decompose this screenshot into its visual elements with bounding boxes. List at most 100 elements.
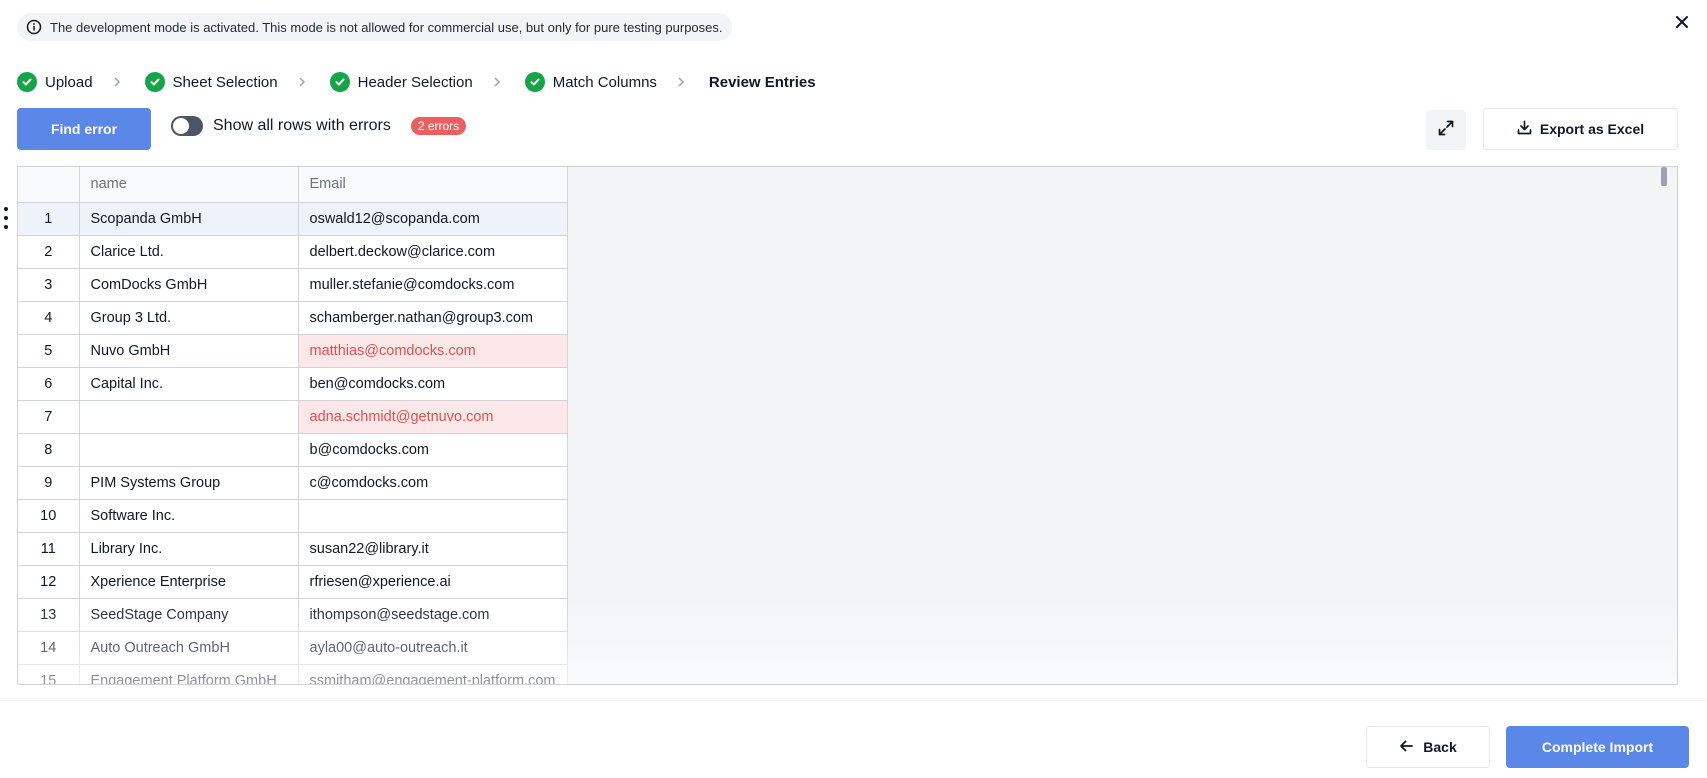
cell-email[interactable]: c@comdocks.com <box>298 466 568 500</box>
table-row[interactable]: 6 Capital Inc. ben@comdocks.com <box>18 367 568 401</box>
cell-email[interactable]: b@comdocks.com <box>298 433 568 467</box>
entries-table: name Email 1 Scopanda GmbH oswald12@scop… <box>18 167 568 684</box>
cell-email[interactable]: ben@comdocks.com <box>298 367 568 401</box>
row-number: 3 <box>18 268 80 302</box>
cell-name[interactable]: Software Inc. <box>79 499 299 533</box>
review-toolbar: Find error Show all rows with errors 2 e… <box>17 108 1678 150</box>
error-count-badge: 2 errors <box>410 117 467 135</box>
row-number: 13 <box>18 598 80 632</box>
cell-email[interactable]: rfriesen@xperience.ai <box>298 565 568 599</box>
table-row[interactable]: 2 Clarice Ltd. delbert.deckow@clarice.co… <box>18 235 568 269</box>
cell-email[interactable]: oswald12@scopanda.com <box>298 202 568 236</box>
table-row[interactable]: 15 Engagement Platform GmbH ssmitham@eng… <box>18 664 568 684</box>
cell-email[interactable]: ithompson@seedstage.com <box>298 598 568 632</box>
check-circle-icon <box>524 72 545 92</box>
table-row[interactable]: 14 Auto Outreach GmbH ayla00@auto-outrea… <box>18 631 568 665</box>
cell-name[interactable]: Library Inc. <box>79 532 299 566</box>
row-number: 8 <box>18 433 80 467</box>
table-row[interactable]: 11 Library Inc. susan22@library.it <box>18 532 568 566</box>
step-review-entries: Review Entries <box>709 74 816 91</box>
table-header-row: name Email <box>18 167 568 203</box>
cell-name[interactable]: Nuvo GmbH <box>79 334 299 368</box>
row-number: 7 <box>18 400 80 434</box>
table-row[interactable]: 13 SeedStage Company ithompson@seedstage… <box>18 598 568 632</box>
cell-email[interactable]: ssmitham@engagement-platform.com <box>298 664 568 684</box>
table-row[interactable]: 5 Nuvo GmbH matthias@comdocks.com <box>18 334 568 368</box>
row-number: 4 <box>18 301 80 335</box>
check-circle-icon <box>144 72 165 92</box>
cell-email-error[interactable]: adna.schmidt@getnuvo.com <box>298 400 568 434</box>
close-icon[interactable] <box>1670 10 1694 34</box>
cell-name[interactable]: Capital Inc. <box>79 367 299 401</box>
cell-name[interactable] <box>79 433 299 467</box>
cell-name[interactable]: ComDocks GmbH <box>79 268 299 302</box>
banner-text: The development mode is activated. This … <box>50 19 723 35</box>
cell-name[interactable]: SeedStage Company <box>79 598 299 632</box>
step-sheet-selection: Sheet Selection <box>144 72 278 92</box>
info-icon <box>26 19 42 35</box>
vertical-scrollbar[interactable] <box>1661 167 1667 186</box>
table-row[interactable]: 8 b@comdocks.com <box>18 433 568 467</box>
cell-name[interactable]: PIM Systems Group <box>79 466 299 500</box>
step-label: Match Columns <box>552 73 657 91</box>
cell-email[interactable]: schamberger.nathan@group3.com <box>298 301 568 335</box>
step-label: Header Selection <box>357 73 473 91</box>
cell-email-error[interactable]: matthias@comdocks.com <box>298 334 568 368</box>
cell-name[interactable]: Xperience Enterprise <box>79 565 299 599</box>
cell-email[interactable]: ayla00@auto-outreach.it <box>298 631 568 665</box>
column-header-email[interactable]: Email <box>298 167 568 203</box>
table-row[interactable]: 9 PIM Systems Group c@comdocks.com <box>18 466 568 500</box>
row-drag-handle[interactable] <box>3 207 9 229</box>
step-label: Review Entries <box>708 73 816 91</box>
cell-name[interactable]: Auto Outreach GmbH <box>79 631 299 665</box>
complete-import-button[interactable]: Complete Import <box>1506 726 1689 768</box>
step-label: Upload <box>45 73 93 91</box>
chevron-right-icon <box>298 76 306 88</box>
export-label: Export as Excel <box>1539 121 1645 137</box>
toggle-label: Show all rows with errors <box>213 117 391 134</box>
table-row[interactable]: 7 adna.schmidt@getnuvo.com <box>18 400 568 434</box>
row-number: 9 <box>18 466 80 500</box>
table-row[interactable]: 1 Scopanda GmbH oswald12@scopanda.com <box>18 202 568 236</box>
row-number: 6 <box>18 367 80 401</box>
row-number: 14 <box>18 631 80 665</box>
step-upload: Upload <box>17 72 93 92</box>
chevron-right-icon <box>677 76 685 88</box>
table-row[interactable]: 3 ComDocks GmbH muller.stefanie@comdocks… <box>18 268 568 302</box>
find-error-button[interactable]: Find error <box>17 108 151 150</box>
cell-name[interactable]: Engagement Platform GmbH <box>79 664 299 684</box>
row-number: 12 <box>18 565 80 599</box>
row-number: 10 <box>18 499 80 533</box>
cell-email[interactable]: delbert.deckow@clarice.com <box>298 235 568 269</box>
chevron-right-icon <box>493 76 501 88</box>
check-circle-icon <box>17 72 37 92</box>
cell-email[interactable]: susan22@library.it <box>298 532 568 566</box>
download-icon <box>1517 120 1532 138</box>
cell-name[interactable]: Clarice Ltd. <box>79 235 299 269</box>
show-error-rows-toggle-group: Show all rows with errors 2 errors <box>171 116 467 136</box>
check-circle-icon <box>329 72 350 92</box>
import-stepper: Upload Sheet Selection Header Selection … <box>17 68 816 96</box>
step-match-columns: Match Columns <box>524 72 657 92</box>
table-row[interactable]: 10 Software Inc. <box>18 499 568 533</box>
back-button[interactable]: Back <box>1366 726 1490 768</box>
cell-email[interactable]: muller.stefanie@comdocks.com <box>298 268 568 302</box>
column-header-name[interactable]: name <box>79 167 299 203</box>
show-error-rows-toggle[interactable] <box>171 116 203 136</box>
export-excel-button[interactable]: Export as Excel <box>1483 108 1678 150</box>
chevron-right-icon <box>113 76 121 88</box>
back-label: Back <box>1423 739 1457 755</box>
row-number: 2 <box>18 235 80 269</box>
arrow-left-icon <box>1399 739 1414 755</box>
dev-mode-banner: The development mode is activated. This … <box>17 13 732 41</box>
row-number: 5 <box>18 334 80 368</box>
cell-name[interactable] <box>79 400 299 434</box>
table-row[interactable]: 12 Xperience Enterprise rfriesen@xperien… <box>18 565 568 599</box>
cell-email[interactable] <box>298 499 568 533</box>
cell-name[interactable]: Group 3 Ltd. <box>79 301 299 335</box>
step-header-selection: Header Selection <box>329 72 473 92</box>
toggle-knob <box>173 118 189 134</box>
table-row[interactable]: 4 Group 3 Ltd. schamberger.nathan@group3… <box>18 301 568 335</box>
cell-name[interactable]: Scopanda GmbH <box>79 202 299 236</box>
fullscreen-button[interactable] <box>1426 110 1466 150</box>
